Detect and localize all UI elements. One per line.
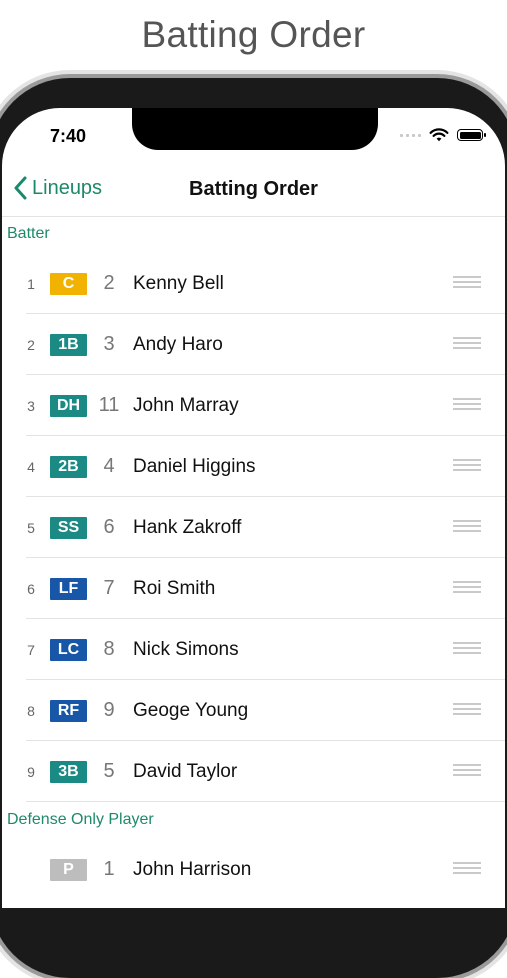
- reorder-handle-icon[interactable]: [453, 520, 481, 534]
- status-time: 7:40: [50, 126, 87, 146]
- defense-only-list: P 1 John Harrison: [2, 839, 505, 900]
- jersey-number: 1: [103, 858, 115, 880]
- reorder-handle-icon[interactable]: [453, 764, 481, 778]
- position-badge: SS: [50, 516, 87, 539]
- batting-order-number: 4: [27, 458, 35, 475]
- batting-order-number: 9: [27, 763, 35, 780]
- lineup-row[interactable]: 9 3B 5 David Taylor: [2, 741, 505, 802]
- jersey-number: 5: [103, 760, 115, 782]
- notch: [132, 108, 378, 150]
- player-name: Nick Simons: [133, 638, 239, 660]
- player-name: Kenny Bell: [133, 272, 224, 294]
- reorder-handle-icon[interactable]: [453, 337, 481, 351]
- lineup-row[interactable]: 3 DH 11 John Marray: [2, 375, 505, 436]
- lineup-row[interactable]: 7 LC 8 Nick Simons: [2, 619, 505, 680]
- nav-title: Batting Order: [189, 178, 318, 200]
- reorder-handle-icon[interactable]: [453, 276, 481, 290]
- batting-order-number: 1: [27, 275, 35, 292]
- player-name: John Harrison: [133, 858, 252, 880]
- jersey-number: 3: [103, 333, 115, 355]
- batting-order-number: 3: [27, 397, 35, 414]
- jersey-number: 7: [103, 577, 115, 599]
- lineup-row[interactable]: P 1 John Harrison: [2, 839, 505, 900]
- lineup-row[interactable]: 8 RF 9 Geoge Young: [2, 680, 505, 741]
- page-headline: Batting Order: [141, 14, 366, 55]
- lineup-row[interactable]: 5 SS 6 Hank Zakroff: [2, 497, 505, 558]
- jersey-number: 8: [103, 638, 115, 660]
- jersey-number: 4: [103, 455, 115, 477]
- position-badge: 1B: [50, 333, 87, 356]
- player-name: David Taylor: [133, 760, 238, 782]
- jersey-number: 6: [103, 516, 115, 538]
- reorder-handle-icon[interactable]: [453, 703, 481, 717]
- section-header-defense-only: Defense Only Player: [7, 811, 154, 828]
- batting-order-number: 7: [27, 641, 35, 658]
- jersey-number: 9: [103, 699, 115, 721]
- jersey-number: 11: [98, 394, 120, 416]
- position-badge: P: [50, 858, 87, 881]
- lineup-row[interactable]: 6 LF 7 Roi Smith: [2, 558, 505, 619]
- position-badge: 3B: [50, 760, 87, 783]
- position-badge: DH: [50, 394, 87, 417]
- cellular-signal-icon: [400, 133, 421, 137]
- navigation-bar: Lineups Batting Order: [2, 166, 505, 217]
- wifi-icon: [429, 128, 449, 142]
- lineup-row[interactable]: 1 C 2 Kenny Bell: [2, 253, 505, 314]
- player-name: Andy Haro: [133, 333, 223, 355]
- reorder-handle-icon[interactable]: [453, 398, 481, 412]
- player-name: Hank Zakroff: [133, 516, 242, 538]
- batter-list: 1 C 2 Kenny Bell 2 1B 3 Andy Haro 3 DH 11 John Marr…: [2, 253, 505, 802]
- batting-order-number: 6: [27, 580, 35, 597]
- position-badge: LF: [50, 577, 87, 600]
- battery-icon: [457, 129, 486, 141]
- position-badge: 2B: [50, 455, 87, 478]
- section-header-batter: Batter: [7, 225, 50, 242]
- phone-screen: 7:40 Lineups Batting Order Batter 1 C 2 Ken…: [2, 108, 505, 908]
- reorder-handle-icon[interactable]: [453, 862, 481, 876]
- reorder-handle-icon[interactable]: [453, 581, 481, 595]
- player-name: Geoge Young: [133, 699, 249, 721]
- player-name: John Marray: [133, 394, 239, 416]
- batting-order-number: 8: [27, 702, 35, 719]
- jersey-number: 2: [103, 272, 115, 294]
- status-icons: [400, 128, 486, 142]
- reorder-handle-icon[interactable]: [453, 642, 481, 656]
- position-badge: LC: [50, 638, 87, 661]
- lineup-row[interactable]: 2 1B 3 Andy Haro: [2, 314, 505, 375]
- player-name: Daniel Higgins: [133, 455, 256, 477]
- batting-order-number: 2: [27, 336, 35, 353]
- lineup-row[interactable]: 4 2B 4 Daniel Higgins: [2, 436, 505, 497]
- position-badge: RF: [50, 699, 87, 722]
- reorder-handle-icon[interactable]: [453, 459, 481, 473]
- player-name: Roi Smith: [133, 577, 216, 599]
- position-badge: C: [50, 272, 87, 295]
- batting-order-number: 5: [27, 519, 35, 536]
